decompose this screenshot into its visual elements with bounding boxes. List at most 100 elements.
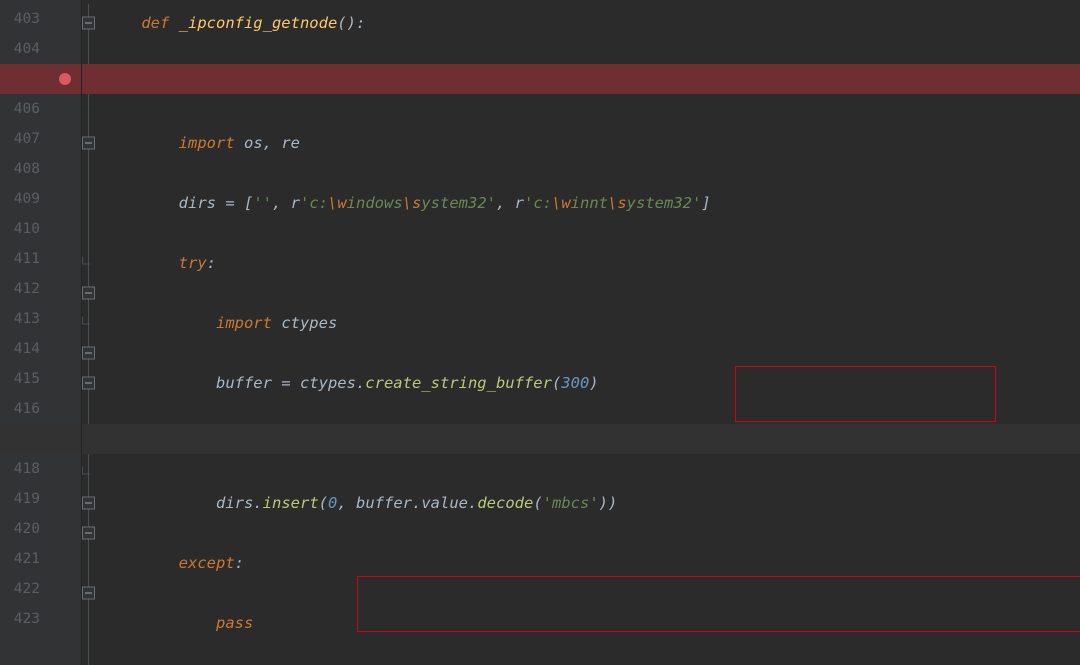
line-number: 418 bbox=[10, 461, 40, 477]
token: ctypes bbox=[281, 308, 337, 338]
code-line[interactable]: import os, re bbox=[82, 128, 1080, 158]
gutter-row[interactable]: 403 bbox=[0, 4, 81, 34]
gutter-row[interactable]: 404 bbox=[0, 34, 81, 64]
code-line[interactable]: buffer = ctypes.create_string_buffer(300… bbox=[82, 368, 1080, 398]
gutter-row[interactable]: 407 bbox=[0, 124, 81, 154]
token: 0 bbox=[328, 488, 337, 518]
token: 'c: bbox=[524, 188, 552, 218]
gutter-row[interactable]: 412 bbox=[0, 274, 81, 304]
token: ) bbox=[589, 368, 598, 398]
gutter-row[interactable]: 415 bbox=[0, 364, 81, 394]
token: indows bbox=[347, 188, 403, 218]
line-number: 422 bbox=[10, 581, 40, 597]
gutter-row[interactable]: 409 bbox=[0, 184, 81, 214]
line-number: 414 bbox=[10, 341, 40, 357]
line-number: 419 bbox=[10, 491, 40, 507]
fold-collapse-icon[interactable] bbox=[82, 527, 95, 540]
token: decode bbox=[477, 488, 533, 518]
token: \w bbox=[328, 188, 347, 218]
token: pass bbox=[216, 608, 253, 638]
fold-collapse-icon[interactable] bbox=[82, 587, 95, 600]
token: import bbox=[179, 128, 244, 158]
token: 'mbcs' bbox=[543, 488, 599, 518]
token: ystem32' bbox=[627, 188, 702, 218]
line-number: 412 bbox=[10, 281, 40, 297]
line-number: 416 bbox=[10, 401, 40, 417]
code-line[interactable]: import ctypes bbox=[82, 308, 1080, 338]
token: insert bbox=[263, 488, 319, 518]
gutter-row[interactable]: 417 bbox=[0, 424, 81, 454]
token: , r bbox=[496, 188, 524, 218]
gutter-row[interactable]: 408 bbox=[0, 154, 81, 184]
code-line[interactable]: except: bbox=[82, 548, 1080, 578]
code-line[interactable]: pass bbox=[82, 608, 1080, 638]
line-number: 407 bbox=[10, 131, 40, 147]
token: innt bbox=[571, 188, 608, 218]
token: , buffer.value. bbox=[337, 488, 477, 518]
token: ( bbox=[319, 488, 328, 518]
fold-collapse-icon[interactable] bbox=[82, 287, 95, 300]
token: buffer = ctypes. bbox=[216, 368, 365, 398]
token: , bbox=[263, 128, 282, 158]
line-number: 406 bbox=[10, 101, 40, 117]
line-number: 409 bbox=[10, 191, 40, 207]
token: \s bbox=[403, 188, 422, 218]
code-line[interactable]: dirs.insert(0, buffer.value.decode('mbcs… bbox=[82, 488, 1080, 518]
line-number: 404 bbox=[10, 41, 40, 57]
line-number: 408 bbox=[10, 161, 40, 177]
line-number: 403 bbox=[10, 11, 40, 27]
line-number: 415 bbox=[10, 371, 40, 387]
token: ( bbox=[552, 368, 561, 398]
token: '' bbox=[253, 188, 272, 218]
line-number: 420 bbox=[10, 521, 40, 537]
token: (): bbox=[337, 8, 365, 38]
token: ystem32' bbox=[421, 188, 496, 218]
token: try bbox=[179, 248, 207, 278]
gutter-row[interactable]: 416 bbox=[0, 394, 81, 424]
code-line[interactable]: try: bbox=[82, 248, 1080, 278]
token: )) bbox=[599, 488, 618, 518]
gutter-row[interactable]: 414 bbox=[0, 334, 81, 364]
gutter-row[interactable]: 413 bbox=[0, 304, 81, 334]
fold-collapse-icon[interactable] bbox=[82, 347, 95, 360]
token: re bbox=[281, 128, 300, 158]
gutter-row[interactable]: 410 bbox=[0, 214, 81, 244]
token: def bbox=[141, 8, 178, 38]
gutter-row[interactable]: 422 bbox=[0, 574, 81, 604]
gutter-row[interactable]: 419 bbox=[0, 484, 81, 514]
gutter-row[interactable]: 423 bbox=[0, 604, 81, 634]
gutter-row[interactable]: 411 bbox=[0, 244, 81, 274]
gutter-row[interactable]: 405 bbox=[0, 64, 81, 94]
gutter[interactable]: 403 404 405 406 407 408 409 410 411 412 413 414 415 4… bbox=[0, 0, 82, 665]
gutter-row[interactable]: 406 bbox=[0, 94, 81, 124]
code-line[interactable]: def _ipconfig_getnode(): bbox=[82, 8, 1080, 38]
token: , r bbox=[272, 188, 300, 218]
gutter-row[interactable]: 421 bbox=[0, 544, 81, 574]
line-number: 423 bbox=[10, 611, 40, 627]
token: import bbox=[216, 308, 281, 338]
code-line[interactable]: dirs = ['', r'c:\windows\system32', r'c:… bbox=[82, 188, 1080, 218]
token: : bbox=[207, 248, 216, 278]
line-number: 413 bbox=[10, 311, 40, 327]
token: dirs. bbox=[216, 488, 263, 518]
gutter-row[interactable]: 418 bbox=[0, 454, 81, 484]
token: 'c: bbox=[300, 188, 328, 218]
token: except bbox=[179, 548, 235, 578]
breakpoint-icon[interactable] bbox=[59, 73, 71, 85]
code-editor[interactable]: 403 404 405 406 407 408 409 410 411 412 413 414 415 4… bbox=[0, 0, 1080, 665]
fold-end-icon bbox=[82, 467, 92, 480]
gutter-row[interactable]: 420 bbox=[0, 514, 81, 544]
token: \s bbox=[608, 188, 627, 218]
token: : bbox=[235, 548, 244, 578]
token: create_string_buffer bbox=[365, 368, 552, 398]
token: os bbox=[244, 128, 263, 158]
token: ] bbox=[701, 188, 710, 218]
token: _ipconfig_getnode bbox=[179, 8, 338, 38]
line-number: 411 bbox=[10, 251, 40, 267]
token: dirs = [ bbox=[179, 188, 254, 218]
line-number: 421 bbox=[10, 551, 40, 567]
token: ( bbox=[533, 488, 542, 518]
token: \w bbox=[552, 188, 571, 218]
code-area[interactable]: def _ipconfig_getnode(): """Get the hard… bbox=[82, 0, 1080, 665]
token: 300 bbox=[561, 368, 589, 398]
